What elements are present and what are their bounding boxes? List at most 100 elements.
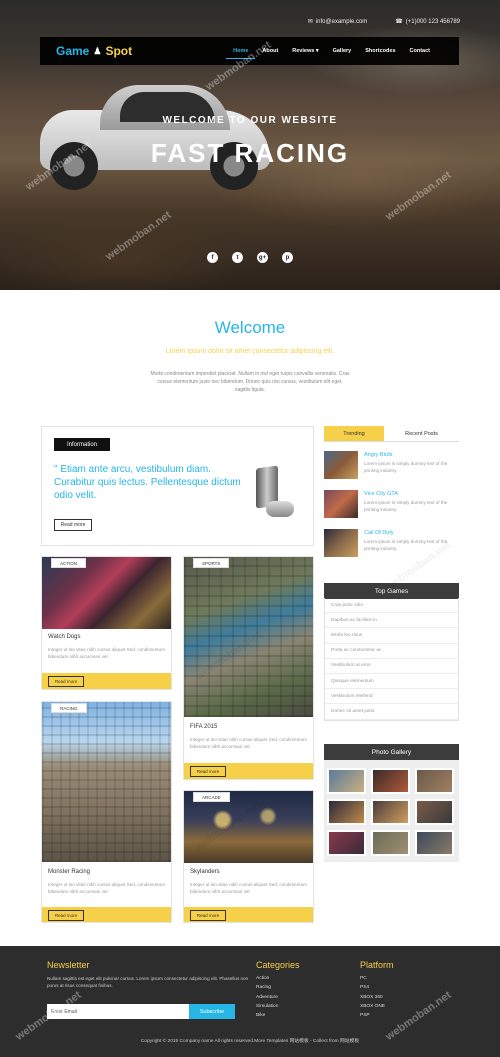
post-item: Angry Birds Lorem ipsum is simply dummy … — [324, 451, 459, 481]
platform-link[interactable]: XBOX ONE — [360, 1004, 385, 1013]
game-description: Integer ut leo vitae nibh cursus aliquet… — [190, 882, 307, 894]
social-links: f t g+ p — [0, 252, 500, 263]
gallery-image[interactable] — [371, 830, 410, 856]
gallery-image[interactable] — [327, 830, 366, 856]
post-item: Call Of Duty Lorem ipsum is simply dummy… — [324, 529, 459, 559]
post-title[interactable]: Vice City GTA — [364, 491, 398, 497]
top-games-item[interactable]: Porta ac consectetur ac — [325, 644, 458, 659]
platform-link[interactable]: PS4 — [360, 985, 385, 994]
card-footer: Read more — [42, 673, 171, 689]
tab-trending[interactable]: Trending — [324, 426, 384, 441]
information-tag: Information — [54, 438, 110, 451]
read-more-button[interactable]: Read more — [48, 910, 84, 921]
read-more-button[interactable]: Read more — [48, 676, 84, 687]
hero-subtitle: WELCOME TO OUR WEBSITE — [162, 115, 338, 126]
main-navbar: Game ♟ Spot Home About Reviews ▾ Gallery… — [40, 37, 459, 65]
copyright: Copyright © 2015 Company name All rights… — [140, 1039, 360, 1044]
photo-gallery-heading: Photo Gallery — [324, 744, 459, 760]
post-title[interactable]: Angry Birds — [364, 452, 392, 458]
post-title[interactable]: Call Of Duty — [364, 530, 394, 536]
sidebar-tabs: Trending Recent Posts — [324, 426, 459, 442]
top-games-item[interactable]: Quisque elementum — [325, 674, 458, 690]
hero-title: FAST RACING — [150, 138, 350, 168]
game-card-image[interactable] — [184, 557, 313, 717]
category-link[interactable]: Racing — [256, 985, 278, 994]
contact-email[interactable]: ✉ info@example.com — [308, 18, 367, 26]
post-thumbnail[interactable] — [324, 451, 358, 479]
game-title[interactable]: Monster Racing — [48, 869, 90, 875]
pinterest-icon[interactable]: p — [282, 252, 293, 263]
top-games-item[interactable]: Morbi leo risus — [325, 628, 458, 644]
category-link[interactable]: Simulation — [256, 1004, 278, 1013]
platform-list: PC PS4 XBOX 360 XBOX ONE PSP — [360, 976, 385, 1022]
game-description: Integer ut leo vitae nibh cursus aliquet… — [190, 737, 307, 749]
top-games-item[interactable]: Vestibulum eleifend — [325, 689, 458, 705]
gallery-image[interactable] — [327, 768, 366, 794]
gallery-image[interactable] — [415, 768, 454, 794]
google-plus-icon[interactable]: g+ — [257, 252, 268, 263]
top-games-item[interactable]: Cras justo odio — [325, 598, 458, 614]
gallery-image[interactable] — [415, 799, 454, 825]
platform-heading: Platform — [360, 960, 394, 970]
nav-reviews[interactable]: Reviews ▾ — [285, 44, 325, 59]
post-item: Vice City GTA Lorem ipsum is simply dumm… — [324, 490, 459, 520]
game-description: Integer ut leo vitae nibh cursus aliquet… — [48, 647, 165, 659]
game-title[interactable]: Watch Dogs — [48, 634, 80, 640]
phone-icon: ☎ — [395, 19, 403, 25]
top-games-item[interactable]: Donec sit amet justo — [325, 704, 458, 720]
nav-contact[interactable]: Contact — [403, 44, 437, 59]
gallery-image[interactable] — [371, 768, 410, 794]
categories-heading: Categories — [256, 960, 300, 970]
information-box: Information " Etiam ante arcu, vestibulu… — [41, 426, 314, 546]
post-thumbnail[interactable] — [324, 490, 358, 518]
game-card-image[interactable] — [42, 702, 171, 862]
trophy-icon: ♟ — [93, 45, 102, 56]
card-footer: Read more — [184, 763, 313, 779]
welcome-text: Morbi condimentum imperdiet placerat. Nu… — [150, 371, 350, 393]
welcome-title: Welcome — [214, 318, 286, 337]
game-title[interactable]: FIFA 2015 — [190, 724, 217, 730]
subscribe-button[interactable]: Subscribe — [189, 1004, 235, 1019]
post-text: Lorem ipsum is simply dummy text of the … — [364, 539, 448, 551]
top-contact-bar: ✉ info@example.com ☎ (+1)000 123 456789 — [308, 18, 460, 26]
platform-link[interactable]: PSP — [360, 1013, 385, 1022]
game-card-sports: SPORTS FIFA 2015 Integer ut leo vitae ni… — [183, 556, 314, 780]
category-link[interactable]: Adventure — [256, 995, 278, 1004]
game-console-image — [252, 465, 294, 522]
nav-about[interactable]: About — [255, 44, 285, 59]
category-label: ACTION — [51, 558, 87, 568]
category-link[interactable]: Action — [256, 976, 278, 985]
card-footer: Read more — [42, 907, 171, 922]
post-text: Lorem ipsum is simply dummy text of the … — [364, 461, 448, 473]
platform-link[interactable]: PC — [360, 976, 385, 985]
read-more-button[interactable]: Read more — [190, 910, 226, 921]
nav-menu: Home About Reviews ▾ Gallery Shortcodes … — [226, 44, 437, 59]
nav-gallery[interactable]: Gallery — [326, 44, 359, 59]
newsletter-email-input[interactable]: Enter Email — [47, 1004, 189, 1019]
photo-gallery — [324, 760, 459, 862]
gallery-image[interactable] — [327, 799, 366, 825]
post-text: Lorem ipsum is simply dummy text of the … — [364, 500, 448, 512]
gallery-image[interactable] — [415, 830, 454, 856]
game-title[interactable]: Skylanders — [190, 869, 220, 875]
twitter-icon[interactable]: t — [232, 252, 243, 263]
category-link[interactable]: Bike — [256, 1013, 278, 1022]
site-logo[interactable]: Game ♟ Spot — [56, 44, 132, 58]
gallery-image[interactable] — [371, 799, 410, 825]
read-more-button[interactable]: Read more — [190, 766, 226, 777]
information-read-more-button[interactable]: Read more — [54, 519, 92, 531]
facebook-icon[interactable]: f — [207, 252, 218, 263]
nav-home[interactable]: Home — [226, 44, 256, 59]
post-thumbnail[interactable] — [324, 529, 358, 557]
top-games-item[interactable]: Vestibulum at eros — [325, 659, 458, 674]
newsletter-heading: Newsletter — [47, 960, 90, 970]
category-label: ARCADE — [193, 792, 230, 802]
category-label: RACING — [51, 703, 87, 713]
hero-banner: ✉ info@example.com ☎ (+1)000 123 456789 Ga… — [0, 0, 500, 290]
category-label: SPORTS — [193, 558, 230, 568]
nav-shortcodes[interactable]: Shortcodes — [358, 44, 402, 59]
top-games-item[interactable]: Dapibus ac facilisis in — [325, 613, 458, 629]
categories-list: Action Racing Adventure Simulation Bike — [256, 976, 278, 1022]
platform-link[interactable]: XBOX 360 — [360, 995, 385, 1004]
tab-recent-posts[interactable]: Recent Posts — [384, 426, 459, 441]
